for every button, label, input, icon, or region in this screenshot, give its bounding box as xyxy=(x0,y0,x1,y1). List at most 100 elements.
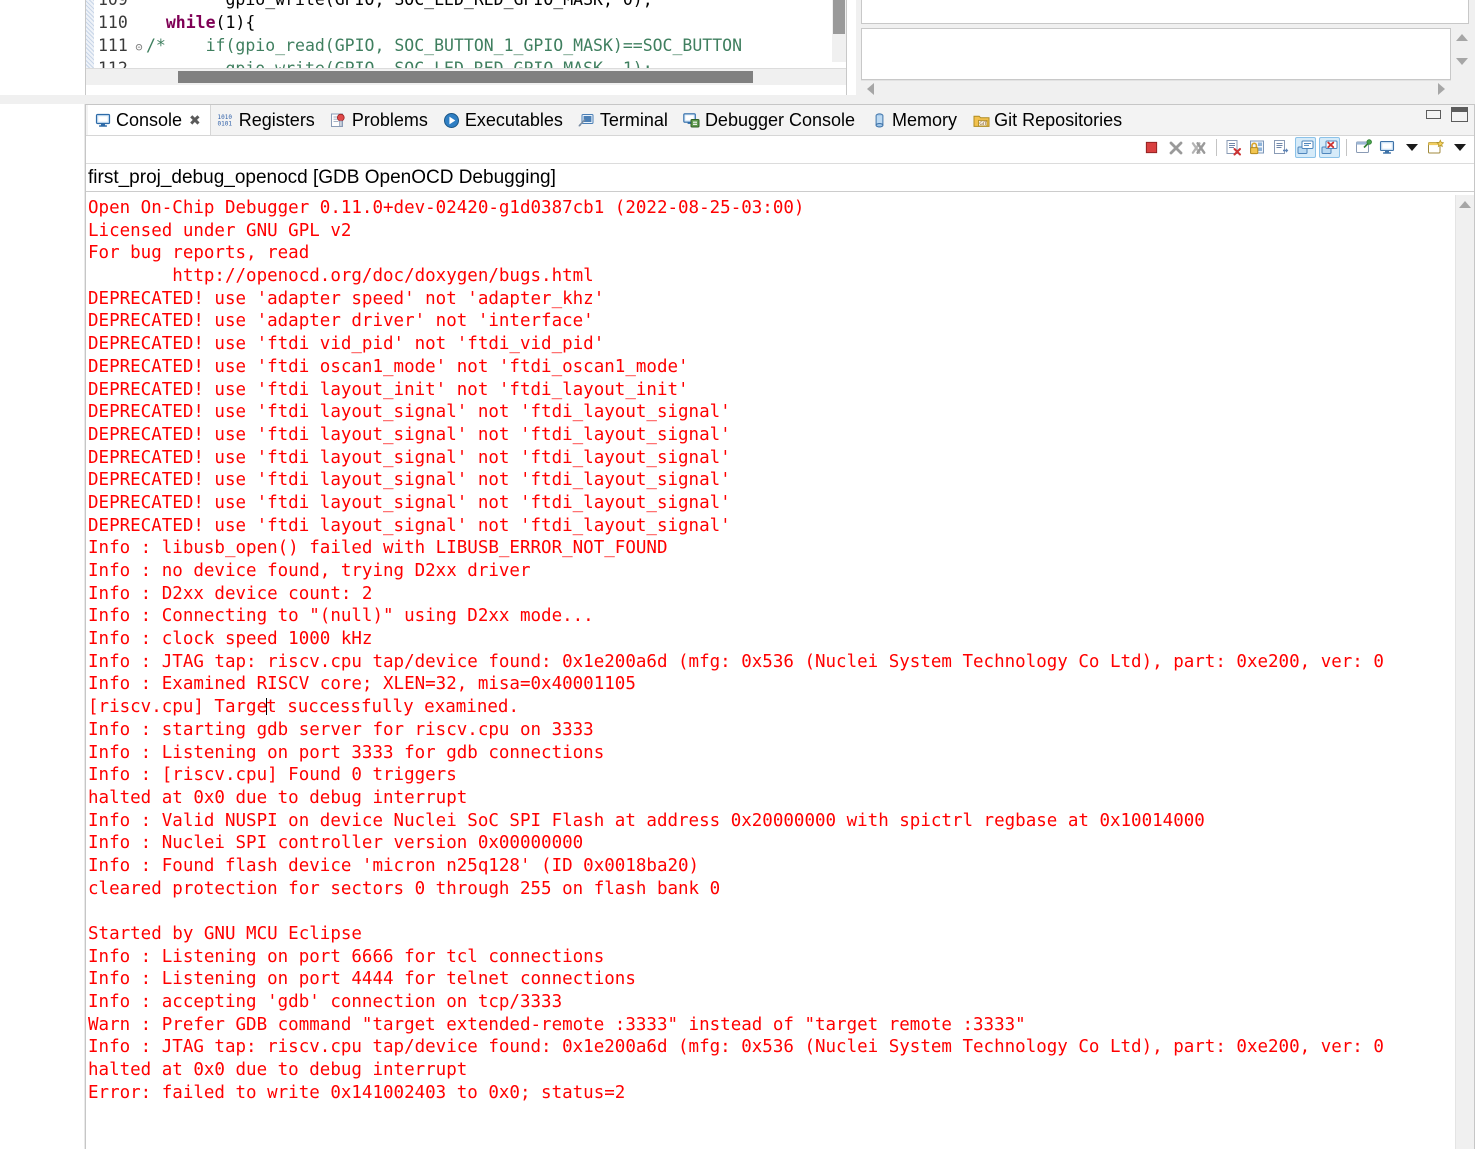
executables-icon xyxy=(443,111,461,129)
scroll-up-arrow-icon[interactable] xyxy=(1459,201,1471,208)
console-vertical-scrollbar[interactable] xyxy=(1455,195,1474,1149)
open-console-dropdown[interactable] xyxy=(1449,137,1470,158)
scroll-down-arrow-icon[interactable] xyxy=(1456,58,1468,65)
display-selected-console-button[interactable] xyxy=(1377,137,1398,158)
editor-vertical-scrollbar[interactable] xyxy=(832,0,846,62)
view-window-controls xyxy=(1426,107,1468,122)
console-output-text[interactable]: Open On-Chip Debugger 0.11.0+dev-02420-g… xyxy=(88,197,1440,1105)
word-wrap-button[interactable] xyxy=(1271,137,1292,158)
console-line: Info : Valid NUSPI on device Nuclei SoC … xyxy=(88,810,1205,831)
scroll-up-arrow-icon[interactable] xyxy=(1456,34,1468,41)
console-line: Info : Listening on port 3333 for gdb co… xyxy=(88,742,605,763)
code-line[interactable]: 111 ⊝/* if(gpio_read(GPIO, SOC_BUTTON_1_G… xyxy=(86,34,846,57)
console-line: DEPRECATED! use 'ftdi layout_signal' not… xyxy=(88,470,731,491)
console-line: Info : JTAG tap: riscv.cpu tap/device fo… xyxy=(88,1037,1384,1058)
maximize-view-button[interactable] xyxy=(1451,107,1468,122)
editor-vertical-scroll-thumb[interactable] xyxy=(833,0,845,34)
console-line: DEPRECATED! use 'ftdi layout_signal' not… xyxy=(88,492,731,513)
left-margin-strip-lower xyxy=(0,104,85,1149)
code-line[interactable]: 110 while(1){ xyxy=(86,11,846,34)
scroll-left-arrow-icon[interactable] xyxy=(867,83,874,95)
console-line: DEPRECATED! use 'ftdi layout_init' not '… xyxy=(88,379,689,400)
tab-memory[interactable]: Memory xyxy=(864,105,966,135)
fold-marker-icon[interactable]: ⊝ xyxy=(132,36,146,59)
console-line: Info : libusb_open() failed with LIBUSB_… xyxy=(88,538,668,559)
console-line: Error: failed to write 0x141002403 to 0x… xyxy=(88,1082,626,1103)
pin-console-button[interactable] xyxy=(1353,137,1374,158)
tab-label: Debugger Console xyxy=(704,109,856,130)
scroll-lock-button[interactable] xyxy=(1247,137,1268,158)
console-line: Warn : Prefer GDB command "target extend… xyxy=(88,1014,1026,1035)
tab-git-repositories[interactable]: GIT Git Repositories xyxy=(966,105,1131,135)
minimize-view-button[interactable] xyxy=(1426,110,1441,119)
console-line: DEPRECATED! use 'ftdi layout_signal' not… xyxy=(88,515,731,536)
display-selected-console-dropdown[interactable] xyxy=(1401,137,1422,158)
code-line[interactable]: 109 gpio_write(GPIO, SOC_LED_RED_GPIO_MA… xyxy=(86,0,846,11)
registers-icon: 1010 0101 xyxy=(217,111,235,129)
console-line: Open On-Chip Debugger 0.11.0+dev-02420-g… xyxy=(88,198,805,218)
chevron-down-icon xyxy=(1453,144,1466,151)
debugger-console-icon xyxy=(683,111,701,129)
show-console-on-output-button[interactable] xyxy=(1295,137,1316,158)
remove-launch-button[interactable] xyxy=(1165,137,1186,158)
open-console-button[interactable] xyxy=(1425,137,1446,158)
code-token: while xyxy=(146,13,216,32)
tab-debugger-console[interactable]: Debugger Console xyxy=(677,105,864,135)
console-line: halted at 0x0 due to debug interrupt xyxy=(88,1060,468,1081)
console-output-area[interactable]: Open On-Chip Debugger 0.11.0+dev-02420-g… xyxy=(86,195,1474,1149)
console-line: Info : Examined RISCV core; XLEN=32, mis… xyxy=(88,674,636,695)
scroll-right-arrow-icon[interactable] xyxy=(1438,83,1445,95)
remove-all-terminated-button[interactable] xyxy=(1189,137,1210,158)
console-icon xyxy=(94,111,112,129)
code-token: gpio_write(GPIO, SOC_LED_RED_GPIO_MASK, … xyxy=(146,0,652,9)
tab-console[interactable]: Console ✖ xyxy=(88,105,211,135)
console-line: halted at 0x0 due to debug interrupt xyxy=(88,787,468,808)
right-view-upper-area[interactable] xyxy=(861,0,1469,24)
console-line-text: [riscv.cpu] Targe xyxy=(88,697,268,718)
line-number: 109 xyxy=(86,0,132,11)
console-title: first_proj_debug_openocd [GDB OpenOCD De… xyxy=(86,164,1474,192)
console-line: Started by GNU MCU Eclipse xyxy=(88,924,362,944)
right-view-lower-area[interactable] xyxy=(861,28,1451,80)
chevron-down-icon xyxy=(1405,144,1418,151)
line-number: 110 xyxy=(98,13,128,32)
console-line: Info : Nuclei SPI controller version 0x0… xyxy=(88,833,584,854)
svg-text:GIT: GIT xyxy=(979,120,987,126)
tab-label: Executables xyxy=(464,109,563,130)
tab-registers[interactable]: 1010 0101 Registers xyxy=(211,105,324,135)
console-line: For bug reports, read xyxy=(88,243,310,264)
console-line: DEPRECATED! use 'ftdi oscan1_mode' not '… xyxy=(88,356,689,377)
console-line: DEPRECATED! use 'ftdi vid_pid' not 'ftdi… xyxy=(88,334,605,355)
code-editor[interactable]: 109 gpio_write(GPIO, SOC_LED_RED_GPIO_MA… xyxy=(85,0,847,95)
console-toolbar xyxy=(86,136,1474,164)
tab-label: Console xyxy=(116,109,183,130)
console-line: DEPRECATED! use 'adapter speed' not 'ada… xyxy=(88,288,605,309)
editor-horizontal-scrollbar[interactable] xyxy=(86,68,846,85)
tab-problems[interactable]: Problems xyxy=(324,105,437,135)
console-line: Info : Listening on port 6666 for tcl co… xyxy=(88,946,605,967)
console-line: Info : Connecting to "(null)" using D2xx… xyxy=(88,606,594,627)
line-number: 111 xyxy=(98,36,128,55)
tab-label: Memory xyxy=(892,109,958,130)
console-line: Info : Listening on port 4444 for telnet… xyxy=(88,969,636,990)
panel-divider xyxy=(0,95,1475,104)
tab-executables[interactable]: Executables xyxy=(437,105,572,135)
console-line: [riscv.cpu] Target successfully examined… xyxy=(88,696,1440,719)
tab-label: Terminal xyxy=(599,109,668,130)
console-line: Info : accepting 'gdb' connection on tcp… xyxy=(88,992,563,1013)
tab-label: Problems xyxy=(351,109,428,130)
code-token: (1){ xyxy=(215,13,256,32)
console-line: DEPRECATED! use 'ftdi layout_signal' not… xyxy=(88,402,731,423)
right-view-horizontal-scrollbar[interactable] xyxy=(861,80,1451,96)
right-view-vertical-scrollbar[interactable] xyxy=(1453,28,1470,80)
terminate-button[interactable] xyxy=(1141,137,1162,158)
console-line: DEPRECATED! use 'ftdi layout_signal' not… xyxy=(88,447,731,468)
editor-horizontal-scroll-thumb[interactable] xyxy=(178,71,753,83)
tab-terminal[interactable]: Terminal xyxy=(572,105,677,135)
tab-close-icon[interactable]: ✖ xyxy=(189,112,201,129)
clear-console-button[interactable] xyxy=(1223,137,1244,158)
show-console-on-error-button[interactable] xyxy=(1319,137,1340,158)
right-view-panel xyxy=(856,0,1475,96)
console-line: Licensed under GNU GPL v2 xyxy=(88,220,352,241)
